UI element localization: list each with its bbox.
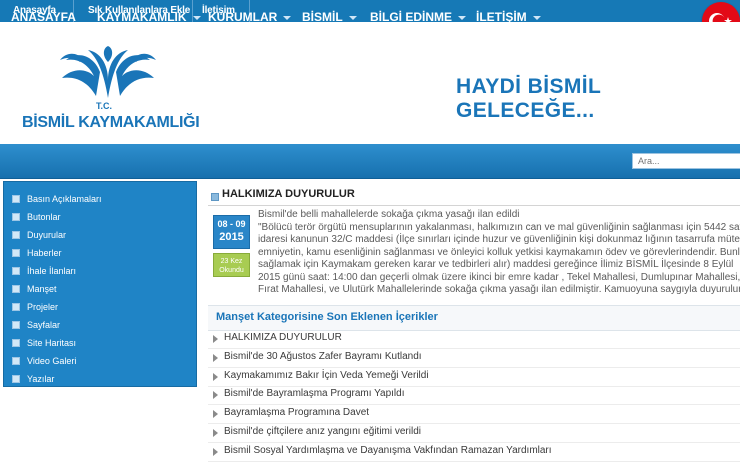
sidebar-item-video-galeri[interactable]: Video Galeri [12, 353, 76, 370]
read-count: 23 Kez [220, 258, 243, 265]
site-brand-name[interactable]: BİSMİL KAYMAKAMLIĞI [22, 114, 200, 132]
sidebar-item-haberler[interactable]: Haberler [12, 245, 62, 262]
arrow-right-icon [213, 391, 218, 399]
date-badge: 08 - 09 2015 [213, 215, 250, 249]
sidebar-item-yazilar[interactable]: Yazılar [12, 371, 54, 388]
nav-item-home[interactable]: ANASAYFA [11, 0, 76, 34]
list-item[interactable]: Bismil'de Bayramlaşma Programı Yapıldı [208, 386, 740, 405]
list-item-label[interactable]: Bayramlaşma Programına Davet [224, 407, 369, 418]
sidebar-item-basin-aciklamalari[interactable]: Basın Açıklamaları [12, 191, 102, 208]
read-label: Okundu [219, 267, 244, 274]
section-square-icon [211, 193, 219, 201]
chevron-down-icon [348, 15, 357, 20]
article-line: 2015 günü saat: 14:00 dan geçerli olmak … [258, 271, 740, 283]
square-bullet-icon [12, 302, 20, 311]
date-day-month: 08 - 09 [217, 219, 246, 229]
bismil-logo-icon[interactable] [58, 38, 158, 102]
sidebar-item-projeler[interactable]: Projeler [12, 299, 58, 316]
list-item-label[interactable]: Kaymakamımız Bakır İçin Veda Yemeği Veri… [224, 370, 429, 381]
arrow-right-icon [213, 448, 218, 456]
article-line: emniyetin, kamu esenliğinin sağlanması v… [258, 246, 740, 258]
site-slogan: HAYDİ BİSMİL GELECEĞE... [456, 75, 601, 122]
latest-list-header: Manşet Kategorisine Son Eklenen İçerikle… [208, 305, 740, 331]
article-line: Bismil'de belli mahallelerde sokağa çıkm… [258, 209, 520, 220]
nav-item-bilgi-edinme[interactable]: BİLGİ EDİNME [370, 0, 467, 34]
nav-item-kurumlar[interactable]: KURUMLAR [208, 0, 292, 34]
square-bullet-icon [12, 248, 20, 257]
square-bullet-icon [12, 374, 20, 383]
list-item-label[interactable]: Bismil'de Bayramlaşma Programı Yapıldı [224, 388, 405, 399]
list-item[interactable]: Bayramlaşma Programına Davet [208, 405, 740, 424]
square-bullet-icon [12, 212, 20, 221]
article-line: idaresi kanunun 32/C maddesi (İlçe sınır… [258, 234, 740, 245]
sidebar-item-sayfalar[interactable]: Sayfalar [12, 317, 60, 334]
list-item[interactable]: Bismil'de çiftçilere anız yangını eğitim… [208, 424, 740, 443]
square-bullet-icon [12, 194, 20, 203]
sidebar-item-duyurular[interactable]: Duyurular [12, 227, 66, 244]
list-item[interactable]: Bismil Sosyal Yardımlaşma ve Dayanışma V… [208, 443, 740, 462]
chevron-down-icon [458, 15, 467, 20]
sidebar-item-ihale-ilanlari[interactable]: İhale İlanları [12, 263, 76, 280]
main-navigation [0, 144, 740, 179]
nav-item-kaymakamlik[interactable]: KAYMAKAMLIK [97, 0, 201, 34]
list-item-label[interactable]: Bismil'de 30 Ağustos Zafer Bayramı Kutla… [224, 351, 422, 362]
nav-item-bismil[interactable]: BİSMİL [302, 0, 357, 34]
article-line: Fırat Mahallesi, ve Ulutürk Mahallelerin… [258, 284, 740, 295]
list-item-label[interactable]: HALKIMIZA DUYURULUR [224, 332, 342, 343]
arrow-right-icon [213, 354, 218, 362]
announcement-title[interactable]: HALKIMIZA DUYURULUR [222, 188, 355, 200]
date-year: 2015 [219, 231, 244, 243]
list-item[interactable]: Kaymakamımız Bakır İçin Veda Yemeği Veri… [208, 368, 740, 387]
sidebar-item-site-haritasi[interactable]: Site Haritası [12, 335, 76, 352]
square-bullet-icon [12, 356, 20, 365]
square-bullet-icon [12, 320, 20, 329]
nav-item-iletisim[interactable]: İLETİŞİM [476, 0, 541, 34]
read-count-badge: 23 Kez Okundu [213, 253, 250, 277]
square-bullet-icon [12, 284, 20, 293]
announcement-body: Bismil'de belli mahallelerde sokağa çıkm… [258, 209, 740, 297]
chevron-down-icon [532, 15, 541, 20]
list-item[interactable]: HALKIMIZA DUYURULUR [208, 330, 740, 349]
arrow-right-icon [213, 410, 218, 418]
square-bullet-icon [12, 266, 20, 275]
square-bullet-icon [12, 230, 20, 239]
logo-tc-text: T.C. [96, 101, 113, 111]
list-item-label[interactable]: Bismil Sosyal Yardımlaşma ve Dayanışma V… [224, 445, 552, 456]
article-line: "Bölücü terör örgütü mensuplarının yakal… [258, 221, 740, 233]
list-item[interactable]: Bismil'de 30 Ağustos Zafer Bayramı Kutla… [208, 349, 740, 368]
arrow-right-icon [213, 373, 218, 381]
chevron-down-icon [283, 15, 292, 20]
chevron-down-icon [192, 15, 201, 20]
arrow-right-icon [213, 335, 218, 343]
sidebar-item-butonlar[interactable]: Butonlar [12, 209, 61, 226]
article-line: sağlamak için Kaymakam gereken karar ve … [258, 259, 734, 270]
sidebar-item-manset[interactable]: Manşet [12, 281, 57, 298]
list-item-label[interactable]: Bismil'de çiftçilere anız yangını eğitim… [224, 426, 421, 437]
square-bullet-icon [12, 338, 20, 347]
latest-list-title: Manşet Kategorisine Son Eklenen İçerikle… [216, 311, 438, 323]
divider [208, 205, 740, 206]
arrow-right-icon [213, 429, 218, 437]
search-input[interactable] [632, 153, 740, 169]
